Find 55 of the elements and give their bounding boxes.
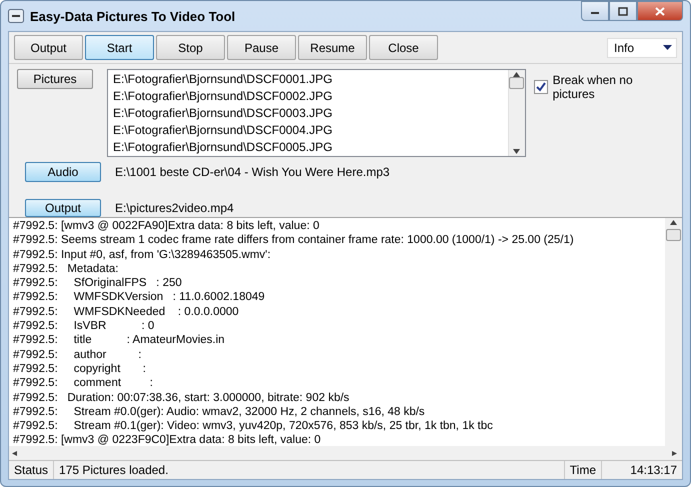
log-line: #7992.5: copyright : — [13, 362, 147, 376]
log-line: #7992.5: Seems stream 1 codec frame rate differs from container frame rate: 1000.00 (1000/1) -> 25.00 (25/1) — [13, 233, 575, 248]
log-line: #7992.5: Metadata: — [13, 262, 120, 276]
log-line: #7992.5: comment : — [13, 376, 154, 391]
checkmark-icon — [536, 82, 546, 92]
scroll-thumb[interactable] — [509, 77, 524, 89]
log-line: #7992.5: [wmv3 @ 0022FA90]Extra data: 8 bits left, value: 0 — [13, 219, 320, 234]
picture-file-item[interactable]: E:\Fotografier\Bjornsund\DSCF0004.JPG — [113, 122, 503, 139]
audio-path: E:\1001 beste CD-er\04 - Wish You Were Here.mp3 — [114, 164, 391, 181]
window-menu-icon[interactable] — [8, 9, 24, 23]
log-line: #7992.5: author : — [13, 348, 142, 362]
status-text: 175 Pictures loaded. — [54, 461, 565, 479]
log-line: #7992.5: Duration: 00:07:38.36, start: 3.000000, bitrate: 902 kb/s — [13, 390, 350, 405]
close-button[interactable] — [637, 1, 683, 21]
toolbar-button[interactable]: Pause — [227, 35, 296, 60]
scroll-thumb[interactable] — [666, 229, 681, 241]
audio-button[interactable]: Audio — [25, 162, 101, 182]
status-label: Status — [9, 461, 54, 479]
checkbox-label: Break when no pictures — [552, 73, 634, 101]
output-button[interactable]: Output — [25, 199, 101, 217]
log-line: #7992.5: WMFSDKVersion : 11.0.6002.18049 — [13, 290, 266, 305]
toolbar-button[interactable]: Start — [85, 35, 154, 60]
toolbar-button[interactable]: Output — [14, 35, 83, 60]
time-text: 14:13:17 — [629, 462, 678, 479]
minimize-button[interactable] — [581, 1, 609, 21]
picture-list[interactable]: E:\Fotografier\Bjornsund\DSCF0001.JPG E:\Fotografier\Bjornsund\DSCF0002.JPG E:\Fotografier\Bjornsund\DSCF0003.JPG E:\Fotografier\Bjornsund\DSCF0004.JPG E:\Fotografier\Bjornsund\DSCF0005.JPG — [107, 69, 526, 157]
log-level-dropdown[interactable]: Info — [607, 38, 677, 58]
picture-file-item[interactable]: E:\Fotografier\Bjornsund\DSCF0003.JPG — [113, 105, 503, 122]
scroll-left-icon[interactable] — [12, 450, 19, 456]
scroll-right-icon[interactable] — [672, 450, 679, 456]
output-path: E:\pictures2video.mp4 — [114, 200, 235, 217]
toolbar-button[interactable]: Close — [369, 35, 438, 60]
picture-file-item[interactable]: E:\Fotografier\Bjornsund\DSCF0001.JPG — [113, 71, 503, 88]
log-line: #7992.5: Input #0, asf, from 'G:\3289463505.wmv': — [13, 248, 272, 262]
maximize-button[interactable] — [609, 1, 637, 21]
toolbar-button[interactable]: Resume — [298, 35, 367, 60]
scroll-down-icon[interactable] — [513, 149, 520, 154]
scroll-up-icon[interactable] — [670, 220, 677, 225]
window-title: Easy-Data Pictures To Video Tool — [30, 8, 236, 24]
dropdown-arrow-icon — [663, 45, 672, 50]
time-label: Time — [564, 461, 602, 479]
log-line: #7992.5: SfOriginalFPS : 250 — [13, 276, 183, 290]
maximize-icon — [618, 6, 628, 16]
picture-file-item[interactable]: E:\Fotografier\Bjornsund\DSCF0002.JPG — [113, 88, 503, 105]
toolbar-button[interactable]: Stop — [156, 35, 225, 60]
close-icon — [655, 6, 665, 16]
break-checkbox[interactable] — [534, 80, 548, 94]
log-line: #7992.5: WMFSDKNeeded : 0.0.0.0000 — [13, 304, 240, 320]
log-line: #7992.5: [wmv3 @ 0223F9C0]Extra data: 8 bits left, value: 0 — [13, 433, 322, 446]
log-line: #7992.5: title : AmateurMovies.in — [13, 333, 226, 348]
pictures-button[interactable]: Pictures — [17, 69, 93, 89]
log-line: #7992.5: Stream #0.1(ger): Video: wmv3, yuv420p, 720x576, 853 kb/s, 25 tbr, 1k tbn, 1k tbc — [13, 419, 494, 434]
log-line: #7992.5: Stream #0.0(ger): Audio: wmav2, 32000 Hz, 2 channels, s16, 48 kb/s — [13, 404, 426, 420]
log-line: #7992.5: IsVBR : 0 — [13, 319, 156, 334]
picture-file-item[interactable]: E:\Fotografier\Bjornsund\DSCF0005.JPG — [113, 139, 503, 156]
